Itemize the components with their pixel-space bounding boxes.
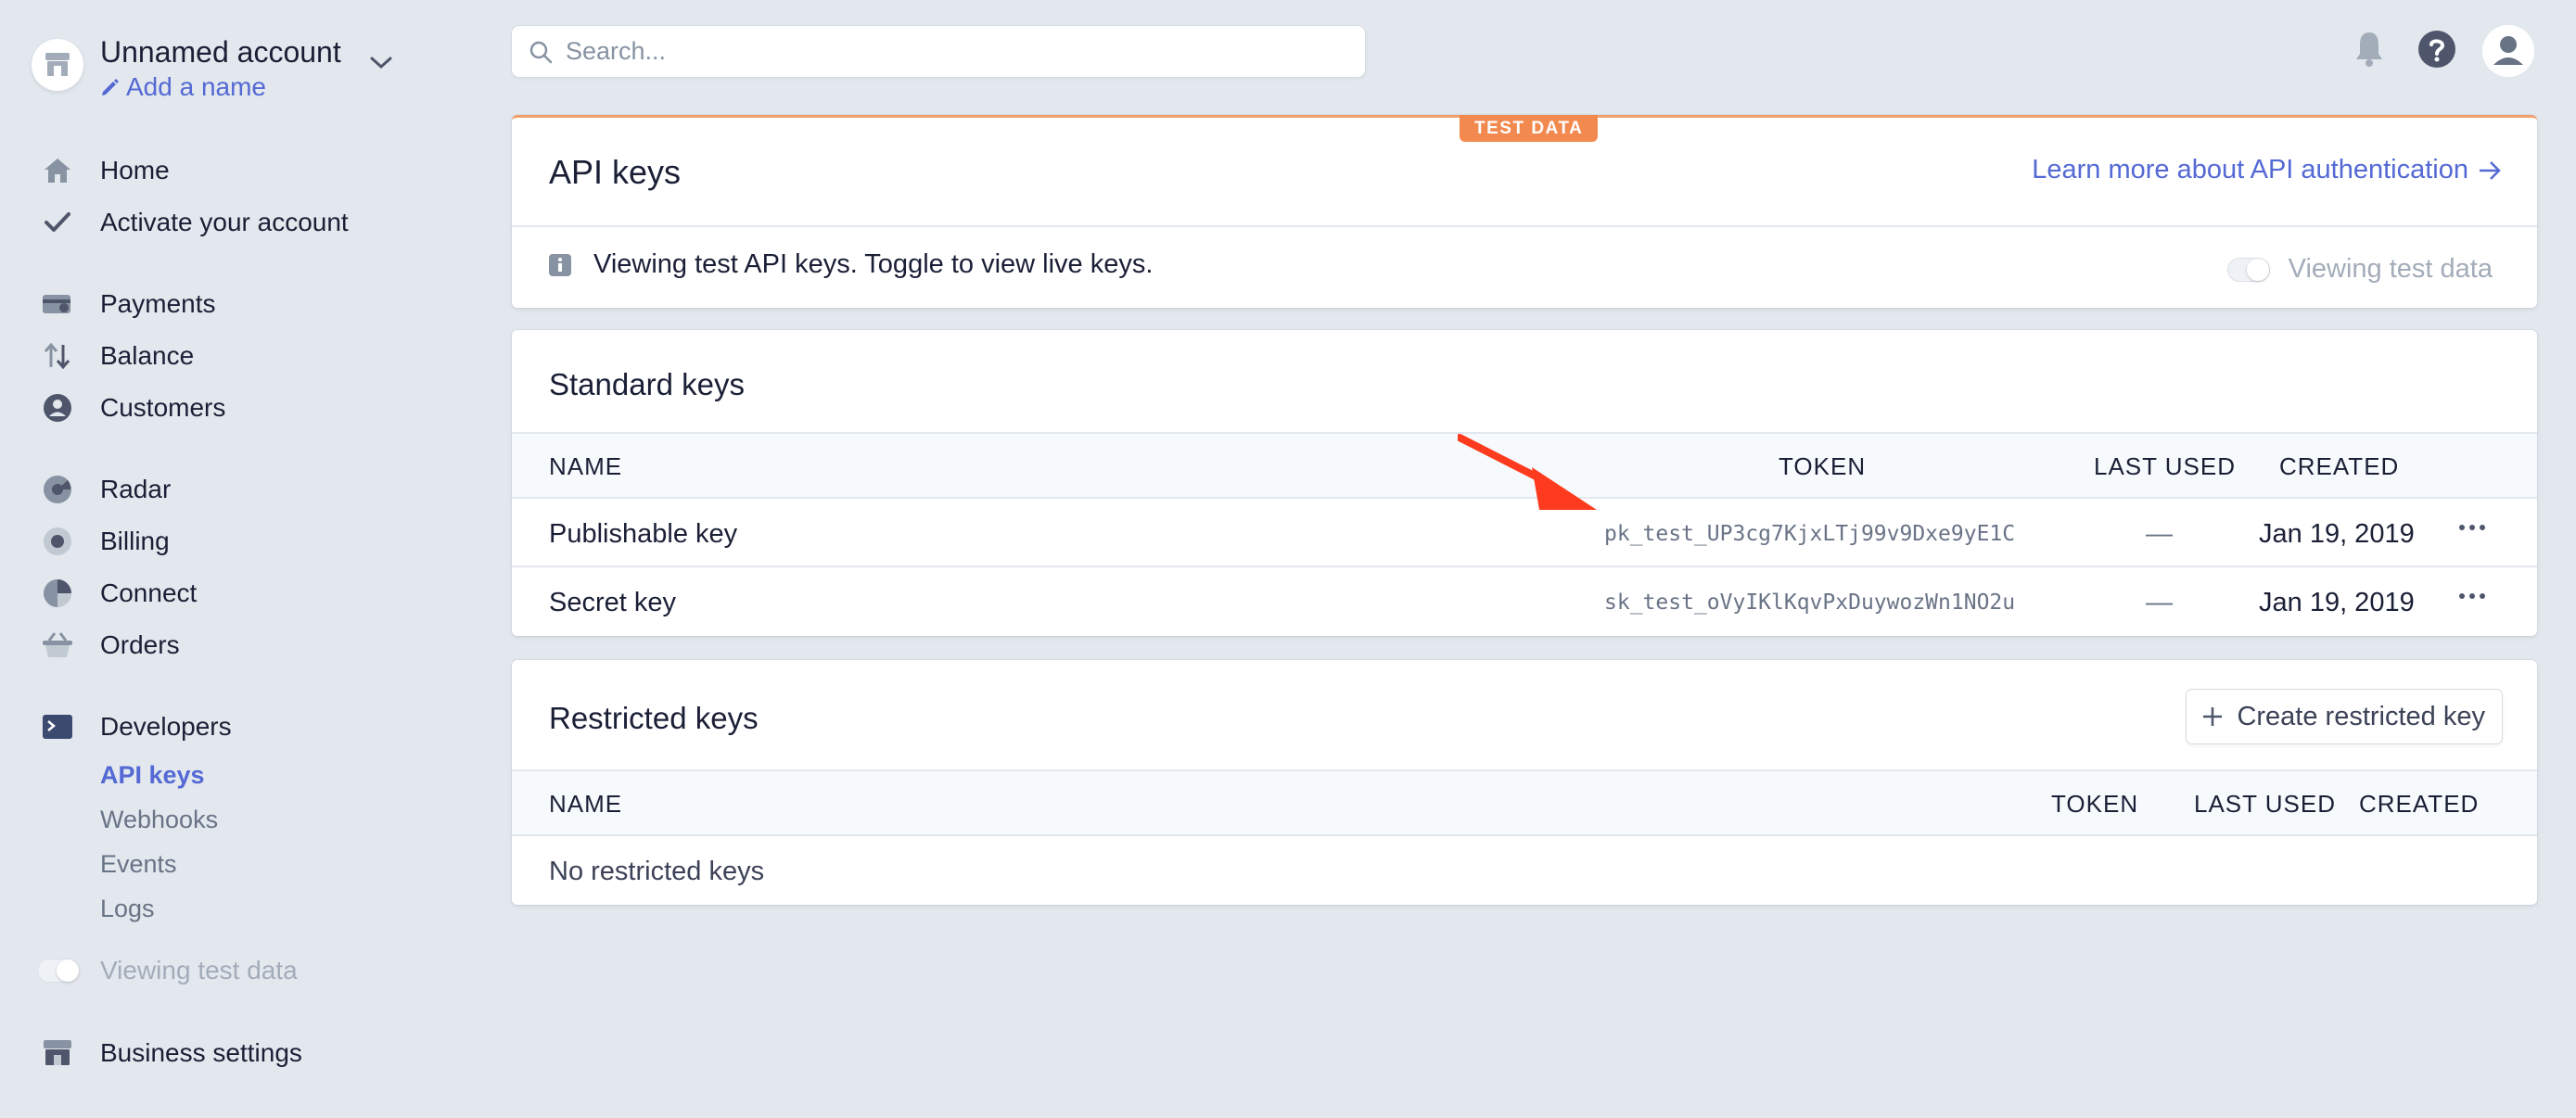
nav-developers[interactable]: Developers	[41, 706, 232, 747]
create-restricted-key-label: Create restricted key	[2237, 701, 2485, 731]
subnav-api-keys[interactable]: API keys	[100, 756, 205, 794]
key-name: Secret key	[549, 588, 676, 617]
chevron-down-icon[interactable]	[369, 56, 393, 75]
plus-icon	[2203, 707, 2223, 726]
column-token: TOKEN	[2051, 790, 2139, 818]
nav-connect[interactable]: Connect	[41, 573, 197, 614]
user-avatar-icon[interactable]	[2481, 24, 2535, 78]
add-name-link[interactable]: Add a name	[100, 70, 341, 104]
column-last-used: LAST USED	[2094, 452, 2237, 480]
key-last-used: —	[2146, 588, 2173, 617]
nav-customers[interactable]: Customers	[41, 387, 225, 428]
restricted-keys-card: Restricted keys Create restricted key NA…	[512, 660, 2537, 905]
search-bar[interactable]	[512, 26, 1365, 77]
create-restricted-key-button[interactable]: Create restricted key	[2187, 690, 2502, 743]
toggle-switch[interactable]	[2226, 257, 2270, 282]
standard-keys-title: Standard keys	[549, 367, 745, 401]
sidebar: Unnamed account Add a name Home Activate…	[0, 0, 482, 1118]
column-token: TOKEN	[1779, 452, 1867, 480]
test-data-toggle-label: Viewing test data	[100, 956, 298, 985]
info-banner: Viewing test API keys. Toggle to view li…	[549, 249, 1153, 280]
empty-state-text: No restricted keys	[549, 857, 765, 886]
payments-icon	[41, 287, 74, 321]
pencil-icon	[102, 79, 119, 95]
live-keys-toggle[interactable]: Viewing test data	[2226, 254, 2493, 285]
page-title: API keys	[549, 153, 682, 191]
learn-more-label: Learn more about API authentication	[2032, 155, 2468, 184]
column-last-used: LAST USED	[2194, 790, 2337, 818]
info-icon	[549, 253, 571, 276]
subnav-webhooks[interactable]: Webhooks	[100, 801, 218, 838]
nav-business-settings-label: Business settings	[100, 1038, 302, 1067]
customer-icon	[41, 391, 74, 425]
restricted-keys-title: Restricted keys	[549, 701, 759, 735]
nav-radar[interactable]: Radar	[41, 469, 171, 510]
add-name-label: Add a name	[126, 72, 266, 101]
search-icon	[529, 41, 553, 63]
connect-icon	[41, 577, 74, 610]
header-divider	[512, 225, 2537, 227]
nav-business-settings[interactable]: Business settings	[41, 1033, 302, 1074]
radar-icon	[41, 473, 74, 506]
key-token[interactable]: pk_test_UP3cg7KjxLTj99v9Dxe9yE1C	[1604, 501, 2015, 567]
column-name: NAME	[549, 790, 623, 818]
more-options-icon[interactable]	[2459, 593, 2485, 599]
nav-home[interactable]: Home	[41, 150, 170, 191]
terminal-icon	[41, 710, 74, 743]
nav-billing-label: Billing	[100, 527, 170, 555]
learn-more-link[interactable]: Learn more about API authentication	[2032, 155, 2502, 185]
bell-icon[interactable]	[2353, 30, 2385, 69]
test-data-toggle[interactable]: Viewing test data	[37, 956, 298, 985]
store-icon	[41, 1036, 74, 1070]
column-created: CREATED	[2279, 452, 2400, 480]
store-icon	[32, 39, 83, 91]
nav-developers-label: Developers	[100, 712, 232, 741]
more-options-icon[interactable]	[2459, 525, 2485, 530]
toggle-switch[interactable]	[37, 959, 80, 983]
column-created: CREATED	[2359, 790, 2480, 818]
nav-activate-label: Activate your account	[100, 208, 349, 236]
nav-balance-label: Balance	[100, 341, 195, 370]
subnav-logs[interactable]: Logs	[100, 890, 155, 927]
subnav-events[interactable]: Events	[100, 845, 177, 883]
nav-home-label: Home	[100, 156, 170, 184]
nav-billing[interactable]: Billing	[41, 521, 170, 562]
column-name: NAME	[549, 452, 623, 480]
info-text: Viewing test API keys. Toggle to view li…	[593, 249, 1154, 279]
key-created: Jan 19, 2019	[2259, 519, 2415, 549]
nav-radar-label: Radar	[100, 475, 172, 503]
nav-balance[interactable]: Balance	[41, 336, 194, 376]
table-row[interactable]: Secret key sk_test_oVyIKlKqvPxDuywozWn1N…	[512, 569, 2537, 636]
help-icon[interactable]	[2417, 30, 2456, 69]
basket-icon	[41, 629, 74, 662]
home-icon	[41, 154, 74, 187]
key-last-used: —	[2146, 519, 2173, 549]
key-name: Publishable key	[549, 519, 738, 549]
test-data-badge: TEST DATA	[1460, 115, 1599, 142]
nav-payments-label: Payments	[100, 289, 216, 318]
nav-orders-label: Orders	[100, 630, 180, 659]
nav-activate-account[interactable]: Activate your account	[41, 202, 349, 243]
nav-customers-label: Customers	[100, 393, 226, 422]
account-switcher[interactable]: Unnamed account Add a name	[32, 33, 393, 104]
account-name: Unnamed account	[100, 35, 341, 69]
billing-icon	[41, 525, 74, 558]
checkmark-icon	[41, 206, 74, 239]
api-keys-header-card: TEST DATA API keys Learn more about API …	[512, 115, 2537, 308]
nav-payments[interactable]: Payments	[41, 284, 216, 324]
annotation-arrow-icon	[1458, 434, 1597, 510]
key-token[interactable]: sk_test_oVyIKlKqvPxDuywozWn1NO2u	[1604, 569, 2015, 636]
nav-orders[interactable]: Orders	[41, 625, 180, 666]
restricted-keys-table-header: NAME TOKEN LAST USED CREATED	[512, 769, 2537, 836]
arrow-right-icon	[2480, 160, 2501, 180]
balance-arrows-icon	[41, 339, 74, 373]
key-created: Jan 19, 2019	[2259, 588, 2415, 617]
nav-connect-label: Connect	[100, 578, 198, 607]
search-input[interactable]	[566, 37, 1326, 66]
live-keys-toggle-label: Viewing test data	[2288, 254, 2493, 284]
